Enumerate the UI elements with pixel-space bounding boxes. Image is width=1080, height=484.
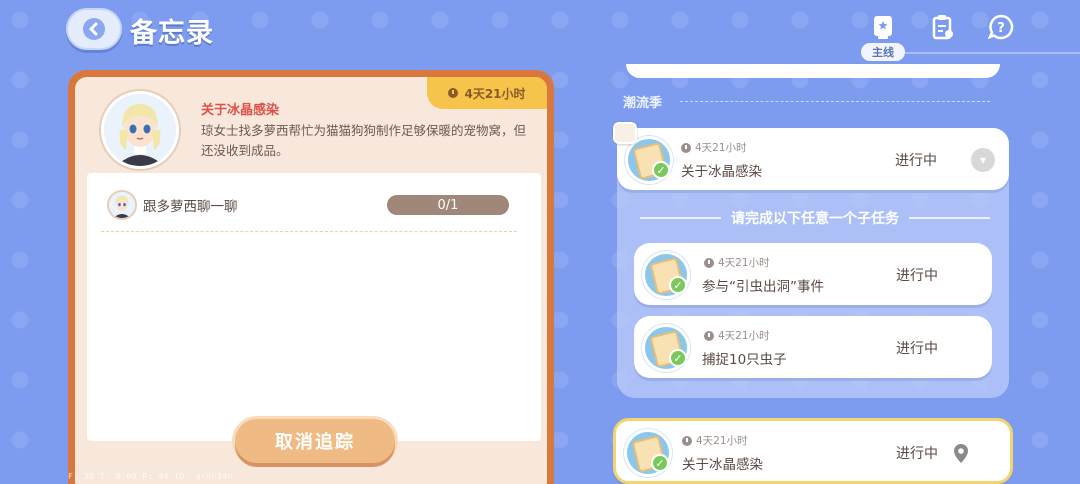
check-icon: ✓	[652, 161, 670, 179]
header-line-right	[909, 217, 990, 219]
page-title: 备忘录	[130, 18, 214, 49]
quest-description: 琼女士找多萝西帮忙为猫猫狗狗制作足够保暖的宠物窝，但还没收到成品。	[201, 123, 527, 158]
clock-icon	[448, 88, 459, 98]
npc-portrait	[101, 91, 179, 169]
svg-text:?: ?	[997, 21, 1005, 36]
subtask-header-label: 请完成以下任意一个子任务	[731, 211, 899, 227]
tab-help[interactable]: ?	[986, 12, 1016, 42]
time-remaining-tab: 4天21小时	[427, 77, 547, 109]
location-pin-icon[interactable]	[952, 443, 970, 465]
quest-status: 进行中	[896, 268, 938, 284]
section-dashed-line	[680, 101, 990, 102]
clock-icon	[704, 257, 714, 268]
npc-avatar-icon	[109, 192, 135, 218]
quest-time-label: 4天21小时	[718, 257, 770, 269]
quest-item-tracked[interactable]: ✓ 4天21小时 关于冰晶感染 进行中	[613, 418, 1013, 484]
tab-divider-line	[905, 52, 1080, 54]
check-icon: ✓	[669, 276, 687, 294]
quest-time-label: 4天21小时	[695, 142, 747, 154]
quest-name: 参与“引虫出洞”事件	[702, 279, 824, 295]
sub-task-area: 跟多萝西聊一聊 0/1	[87, 173, 541, 441]
quest-title: 关于冰晶感染	[201, 103, 280, 118]
quest-time: 4天21小时	[704, 255, 770, 270]
header-line-left	[640, 217, 721, 219]
quest-name: 关于冰晶感染	[682, 457, 763, 473]
quest-time: 4天21小时	[704, 328, 770, 343]
quest-time: 4天21小时	[681, 140, 747, 155]
subtask-item-2[interactable]: ✓ 4天21小时 捕捉10只虫子 进行中	[634, 316, 992, 378]
back-button[interactable]	[66, 8, 122, 50]
time-remaining-label: 4天21小时	[464, 86, 526, 101]
untrack-button[interactable]: 取消追踪	[235, 419, 395, 463]
sub-task-label: 跟多萝西聊一聊	[143, 199, 238, 215]
check-icon: ✓	[669, 349, 687, 367]
check-icon: ✓	[651, 454, 669, 472]
main-quest-icon	[874, 16, 892, 39]
sub-task-progress: 0/1	[387, 195, 509, 215]
quest-item-main[interactable]: ✓ 4天21小时 关于冰晶感染 进行中 ▾	[613, 122, 1009, 190]
quest-name: 关于冰晶感染	[681, 164, 762, 180]
subtask-header: 请完成以下任意一个子任务	[630, 208, 1000, 228]
quest-status: 进行中	[895, 153, 937, 169]
clock-icon	[704, 330, 714, 341]
quest-icon: ✓	[642, 324, 690, 372]
quest-icon: ✓	[642, 251, 690, 299]
quest-status: 进行中	[896, 446, 938, 462]
quest-icon: ✓	[624, 429, 672, 477]
quest-detail-inner: 4天21小时 关于冰晶感染 琼女士找多萝西帮忙为猫猫狗狗制作足够保暖的宠物窝，但…	[75, 77, 547, 484]
quest-name: 捕捉10只虫子	[702, 352, 787, 368]
clock-icon	[682, 435, 692, 446]
help-icon: ?	[988, 14, 1014, 40]
clock-icon	[681, 142, 691, 153]
chevron-down-icon[interactable]: ▾	[971, 148, 995, 172]
quest-detail-card: 4天21小时 关于冰晶感染 琼女士找多萝西帮忙为猫猫狗狗制作足够保暖的宠物窝，但…	[68, 70, 554, 484]
stack-badge-icon	[613, 122, 637, 144]
subtask-item-1[interactable]: ✓ 4天21小时 参与“引虫出洞”事件 进行中	[634, 243, 992, 305]
list-item-partial[interactable]	[626, 64, 1000, 78]
clipboard-icon	[932, 15, 953, 40]
tab-main-quest-label: 主线	[861, 43, 905, 61]
debug-overlay: F: 30 T: 0.00 P: 44 ID: qc6h34n	[68, 472, 233, 481]
npc-avatar-icon	[104, 94, 176, 166]
quest-time-label: 4天21小时	[696, 435, 748, 447]
arrow-left-icon	[83, 18, 105, 40]
quest-time-label: 4天21小时	[718, 330, 770, 342]
section-title: 潮流季	[623, 96, 663, 111]
tab-main-quest[interactable]	[868, 12, 898, 42]
tab-clipboard[interactable]	[927, 12, 957, 42]
sub-task-row: 跟多萝西聊一聊 0/1	[107, 189, 527, 221]
sub-task-avatar	[107, 190, 137, 220]
quest-time: 4天21小时	[682, 433, 748, 448]
quest-status: 进行中	[896, 341, 938, 357]
dashed-divider	[101, 231, 517, 232]
